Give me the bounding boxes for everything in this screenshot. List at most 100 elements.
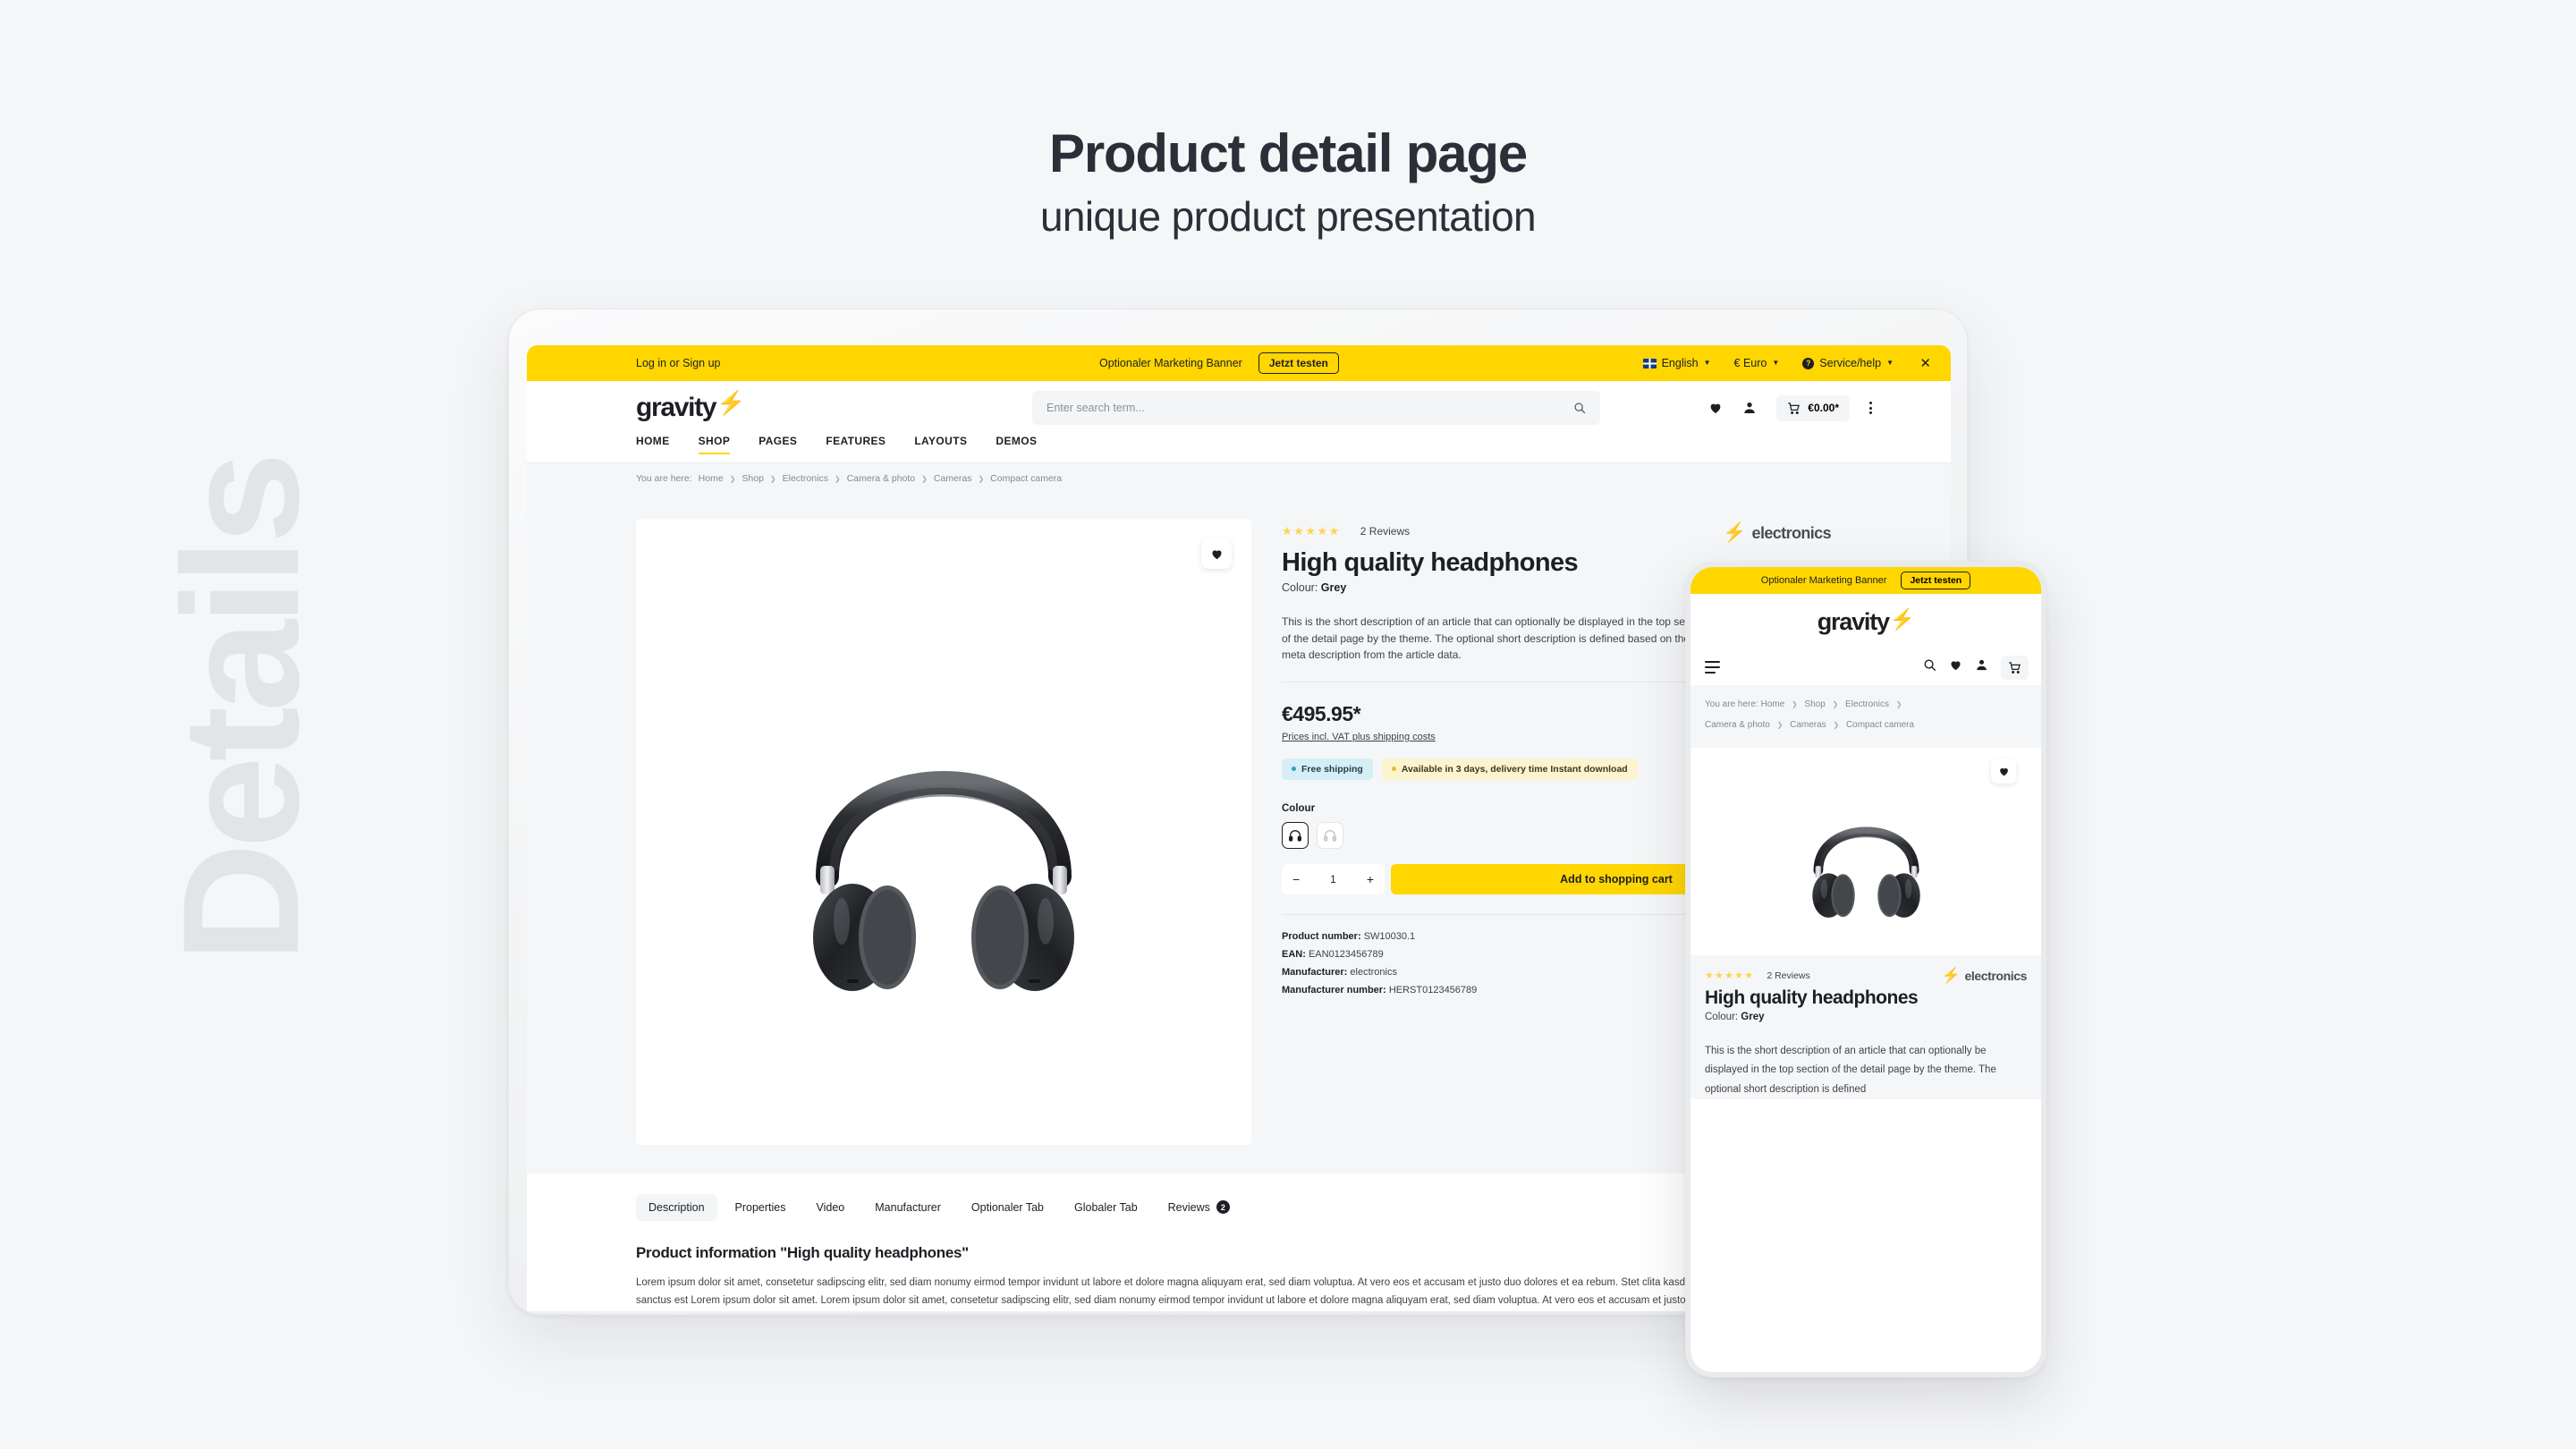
mobile-screen: Optionaler Marketing Banner Jetzt testen… xyxy=(1690,567,2041,1372)
site-header: gravity ⚡ Enter search term... €0.00* xyxy=(527,381,1951,435)
swatch-white[interactable] xyxy=(1317,821,1343,849)
mobile-banner-text: Optionaler Marketing Banner xyxy=(1760,575,1887,586)
tab-video[interactable]: Video xyxy=(804,1194,858,1221)
page-title: Product detail page xyxy=(1049,123,1528,183)
nav-item-demos[interactable]: DEMOS xyxy=(996,435,1037,454)
jetzt-testen-button[interactable]: Jetzt testen xyxy=(1258,352,1339,374)
vat-shipping-note[interactable]: Prices incl. VAT plus shipping costs xyxy=(1282,732,1436,742)
mobile-account-icon[interactable] xyxy=(1975,658,1988,676)
mobile-breadcrumb-item-compact-camera[interactable]: Compact camera xyxy=(1846,720,1914,730)
page-subtitle: unique product presentation xyxy=(1039,193,1537,240)
hamburger-menu-icon[interactable] xyxy=(1705,661,1720,674)
breadcrumb-item-cameras[interactable]: Cameras xyxy=(934,473,972,484)
nav-item-home[interactable]: HOME xyxy=(636,435,670,454)
login-signup-link[interactable]: Log in or Sign up xyxy=(636,357,721,369)
lightning-bolt-icon: ⚡ xyxy=(716,389,745,416)
nav-item-shop[interactable]: SHOP xyxy=(698,435,731,454)
marketing-banner-text: Optionaler Marketing Banner xyxy=(1099,357,1242,369)
chevron-right-icon: ❯ xyxy=(1832,700,1839,708)
mobile-product-info: ★★★★★ 2 Reviews ⚡ electronics High quali… xyxy=(1690,955,2041,1099)
badge-availability: Available in 3 days, delivery time Insta… xyxy=(1381,758,1638,780)
mobile-breadcrumb-item-electronics[interactable]: Electronics xyxy=(1845,699,1889,709)
question-mark-icon: ? xyxy=(1802,357,1815,369)
mobile-product-image-headphones xyxy=(1811,826,1920,918)
mobile-device-frame: Optionaler Marketing Banner Jetzt testen… xyxy=(1685,562,2046,1377)
more-options-icon[interactable] xyxy=(1869,402,1872,414)
service-help-label: Service/help xyxy=(1819,357,1882,369)
mobile-reviews-count[interactable]: 2 Reviews xyxy=(1767,970,1809,981)
add-to-wishlist-button[interactable] xyxy=(1201,538,1232,569)
product-gallery[interactable] xyxy=(636,519,1251,1145)
reviews-count[interactable]: 2 Reviews xyxy=(1360,525,1410,538)
quantity-increase-button[interactable]: + xyxy=(1367,872,1374,886)
mobile-breadcrumb-item-cameras[interactable]: Cameras xyxy=(1790,720,1826,730)
mobile-product-gallery[interactable] xyxy=(1705,748,2027,955)
mobile-variant-value: Grey xyxy=(1741,1012,1765,1022)
product-tabs: Description Properties Video Manufacture… xyxy=(636,1193,1842,1221)
tab-content-heading: Product information "High quality headph… xyxy=(636,1244,969,1261)
mobile-breadcrumb-item-shop[interactable]: Shop xyxy=(1804,699,1825,709)
headphones-icon xyxy=(1289,829,1301,842)
quantity-stepper[interactable]: − 1 + xyxy=(1282,863,1385,894)
language-selector[interactable]: English ▼ xyxy=(1642,357,1711,369)
mobile-gravity-logo[interactable]: gravity ⚡ xyxy=(1690,594,2041,649)
product-short-description: This is the short description of an arti… xyxy=(1282,614,1711,682)
currency-label: € Euro xyxy=(1733,357,1767,369)
brand-logo[interactable]: ⚡ electronics xyxy=(1723,522,1832,544)
mobile-breadcrumb-item-camera-photo[interactable]: Camera & photo xyxy=(1705,720,1770,730)
mobile-add-to-wishlist-button[interactable] xyxy=(1991,758,2016,784)
marketing-banner: Optionaler Marketing Banner Jetzt testen xyxy=(1099,352,1339,374)
mobile-wishlist-icon[interactable] xyxy=(1949,658,1962,676)
rating-row: ★★★★★ 2 Reviews ⚡ electronics xyxy=(1282,522,1842,543)
wishlist-icon[interactable] xyxy=(1708,401,1723,415)
logo-text: gravity xyxy=(636,393,717,422)
headphones-icon xyxy=(1324,829,1336,842)
mobile-cart-button[interactable] xyxy=(2001,655,2029,680)
cart-icon xyxy=(2009,661,2021,674)
chevron-down-icon: ▼ xyxy=(1772,359,1780,367)
breadcrumb-item-shop[interactable]: Shop xyxy=(741,473,764,484)
breadcrumb-item-compact-camera[interactable]: Compact camera xyxy=(990,473,1062,484)
tab-reviews[interactable]: Reviews 2 xyxy=(1156,1193,1242,1221)
service-help-selector[interactable]: ? Service/help ▼ xyxy=(1802,357,1894,369)
brand-name: electronics xyxy=(1751,523,1832,542)
swatch-grey[interactable] xyxy=(1282,821,1309,849)
tab-manufacturer[interactable]: Manufacturer xyxy=(862,1194,953,1221)
tab-description[interactable]: Description xyxy=(636,1193,717,1221)
breadcrumb-item-home[interactable]: Home xyxy=(699,473,724,484)
close-icon[interactable]: ✕ xyxy=(1919,355,1931,371)
language-label: English xyxy=(1661,357,1699,369)
breadcrumb-item-electronics[interactable]: Electronics xyxy=(783,473,828,484)
cart-button[interactable]: €0.00* xyxy=(1776,394,1850,421)
search-input[interactable]: Enter search term... xyxy=(1032,391,1600,425)
currency-selector[interactable]: € Euro ▼ xyxy=(1734,357,1780,369)
details-watermark: Details xyxy=(149,457,334,962)
lightning-bolt-icon: ⚡ xyxy=(1889,607,1916,631)
nav-item-layouts[interactable]: LAYOUTS xyxy=(914,435,967,454)
mobile-product-short-description: This is the short description of an arti… xyxy=(1705,1046,1996,1095)
mobile-breadcrumb-item-home[interactable]: Home xyxy=(1760,699,1784,709)
lightning-bolt-icon: ⚡ xyxy=(1941,966,1961,984)
gravity-logo[interactable]: gravity ⚡ xyxy=(636,389,746,423)
mobile-logo-text: gravity xyxy=(1817,607,1890,635)
mobile-icon-group xyxy=(1923,655,2029,680)
breadcrumb-item-camera-photo[interactable]: Camera & photo xyxy=(847,473,915,484)
mobile-breadcrumb: You are here: Home ❯ Shop ❯ Electronics … xyxy=(1690,685,2041,748)
nav-item-features[interactable]: FEATURES xyxy=(826,435,886,454)
tab-properties[interactable]: Properties xyxy=(723,1194,799,1221)
mobile-brand-logo[interactable]: ⚡ electronics xyxy=(1941,966,2028,985)
mobile-jetzt-testen-button[interactable]: Jetzt testen xyxy=(1901,572,1971,589)
quantity-decrease-button[interactable]: − xyxy=(1292,872,1300,886)
page-heading: Product detail page unique product prese… xyxy=(0,125,2576,241)
tab-optionaler[interactable]: Optionaler Tab xyxy=(959,1194,1056,1221)
account-icon[interactable] xyxy=(1742,401,1757,415)
quantity-value[interactable]: 1 xyxy=(1330,873,1336,886)
tab-globaler[interactable]: Globaler Tab xyxy=(1062,1194,1150,1221)
nav-item-pages[interactable]: PAGES xyxy=(758,435,797,454)
mobile-search-icon[interactable] xyxy=(1923,658,1936,676)
utility-topbar: Log in or Sign up Optionaler Marketing B… xyxy=(527,345,1951,381)
mobile-rating-row: ★★★★★ 2 Reviews ⚡ electronics xyxy=(1705,967,2027,984)
main-navigation: HOME SHOP PAGES FEATURES LAYOUTS DEMOS xyxy=(527,435,1951,463)
mobile-marketing-banner: Optionaler Marketing Banner Jetzt testen xyxy=(1690,567,2041,594)
chevron-down-icon: ▼ xyxy=(1703,359,1711,367)
